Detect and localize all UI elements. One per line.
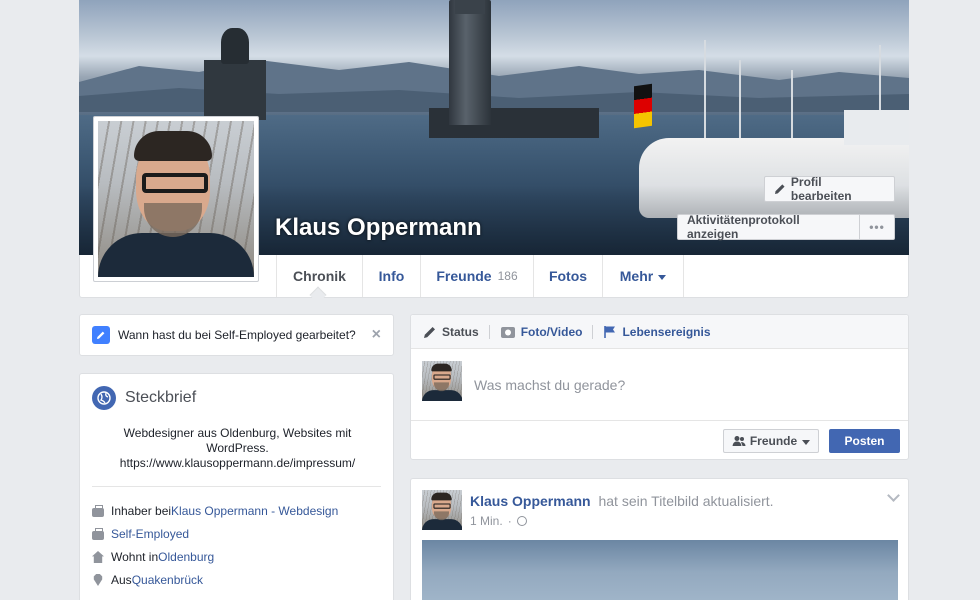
post-author-link[interactable]: Klaus Oppermann: [470, 493, 591, 509]
boat-mast: [739, 60, 741, 140]
post-meta: 1 Min. ·: [470, 514, 527, 528]
post-composer: Status Foto/Video Lebensereignis Was mac…: [410, 314, 909, 460]
post-image[interactable]: [422, 540, 898, 600]
caret-down-icon: [658, 274, 667, 280]
work-prompt-card[interactable]: Wann hast du bei Self-Employed gearbeite…: [79, 314, 394, 356]
close-icon[interactable]: ×: [372, 327, 381, 343]
german-flag: [634, 83, 652, 129]
post-timestamp[interactable]: 1 Min.: [470, 514, 503, 528]
camera-icon: [500, 326, 515, 338]
tab-label: Freunde: [436, 268, 492, 284]
composer-tabs: Status Foto/Video Lebensereignis: [411, 315, 908, 349]
more-options-button[interactable]: •••: [859, 214, 895, 240]
boat-mast: [791, 70, 793, 140]
briefcase-icon: [92, 527, 104, 540]
briefcase-icon: [92, 504, 104, 517]
avatar[interactable]: [422, 490, 462, 530]
post-header: Klaus Oppermann hat sein Titelbild aktua…: [470, 493, 774, 509]
pencil-icon: [774, 184, 785, 194]
status-input[interactable]: Was machst du gerade?: [474, 377, 625, 393]
caret-down-icon: [802, 439, 811, 445]
pencil-icon: [424, 326, 435, 338]
profile-picture[interactable]: [93, 116, 259, 282]
flag-icon: [604, 325, 616, 338]
fact-link[interactable]: Klaus Oppermann - Webdesign: [171, 504, 338, 518]
boat-mast: [704, 40, 706, 140]
post-button[interactable]: Posten: [829, 429, 900, 453]
friends-icon: [732, 436, 746, 446]
post-action-text: hat sein Titelbild aktualisiert.: [598, 493, 774, 509]
tab-label: Fotos: [548, 268, 588, 284]
tab-label: Lebensereignis: [622, 324, 711, 339]
tab-label: Status: [442, 324, 479, 339]
fact-link[interactable]: Quakenbrück: [132, 573, 203, 587]
intro-card: Steckbrief Webdesigner aus Oldenburg, We…: [79, 373, 394, 600]
tab-freunde[interactable]: Freunde 186: [420, 255, 533, 297]
tab-fotos[interactable]: Fotos: [533, 255, 602, 297]
edit-profile-label: Profil bearbeiten: [790, 175, 852, 203]
composer-body[interactable]: Was machst du gerade?: [411, 349, 908, 421]
fact-employer: Inhaber bei Klaus Oppermann - Webdesign: [92, 504, 338, 518]
composer-tab-status[interactable]: Status: [423, 324, 490, 339]
bio-line: Webdesigner aus Oldenburg, Websites mit …: [123, 426, 352, 455]
activity-log-button[interactable]: Aktivitätenprotokoll anzeigen: [677, 213, 860, 241]
bio-link[interactable]: https://www.klausoppermann.de/impressum/: [110, 456, 365, 471]
tab-label: Chronik: [293, 268, 346, 284]
lighthouse: [449, 0, 491, 125]
friend-count: 186: [497, 269, 518, 283]
feed-post: Klaus Oppermann hat sein Titelbild aktua…: [410, 478, 909, 600]
fact-link[interactable]: Oldenburg: [158, 550, 214, 564]
composer-footer: Freunde Posten: [411, 421, 908, 461]
home-icon: [92, 551, 104, 563]
profile-photo: [98, 121, 254, 277]
fact-prefix: Aus: [111, 573, 132, 587]
tab-label: Info: [378, 268, 405, 284]
globe-icon: [92, 386, 116, 410]
ship-cabin: [844, 110, 909, 145]
lion-statue-base: [204, 60, 266, 120]
pencil-icon: [92, 326, 110, 344]
ellipsis-icon: •••: [869, 220, 885, 234]
fact-link[interactable]: Self-Employed: [111, 527, 189, 541]
composer-tab-life-event[interactable]: Lebensereignis: [603, 324, 711, 339]
audience-selector[interactable]: Freunde: [723, 429, 819, 453]
tab-label: Mehr: [619, 268, 654, 284]
prompt-text: Wann hast du bei Self-Employed gearbeite…: [118, 328, 356, 342]
tab-info[interactable]: Info: [362, 255, 420, 297]
fact-self-employed: Self-Employed: [92, 527, 189, 541]
fact-prefix: Wohnt in: [111, 550, 159, 564]
divider: [92, 486, 381, 487]
composer-tab-photo-video[interactable]: Foto/Video: [500, 324, 594, 339]
tab-mehr[interactable]: Mehr: [602, 255, 684, 297]
edit-profile-button[interactable]: Profil bearbeiten: [764, 175, 895, 203]
fact-prefix: Inhaber bei: [111, 504, 172, 518]
profile-name[interactable]: Klaus Oppermann: [275, 214, 482, 242]
fact-from: Aus Quakenbrück: [92, 573, 203, 587]
intro-header: Steckbrief: [92, 386, 196, 410]
bio-text: Webdesigner aus Oldenburg, Websites mit …: [110, 426, 365, 471]
activity-log-label: Aktivitätenprotokoll anzeigen: [687, 213, 800, 241]
lion-statue: [221, 28, 249, 64]
intro-title: Steckbrief: [125, 389, 197, 406]
fact-lives-in: Wohnt in Oldenburg: [92, 550, 214, 564]
chevron-down-icon[interactable]: [887, 489, 900, 502]
separator: ·: [507, 514, 512, 528]
audience-label: Freunde: [749, 434, 798, 448]
avatar: [422, 361, 462, 401]
location-pin-icon: [93, 574, 103, 586]
public-globe-icon[interactable]: [516, 516, 527, 526]
tab-label: Foto/Video: [520, 324, 583, 339]
